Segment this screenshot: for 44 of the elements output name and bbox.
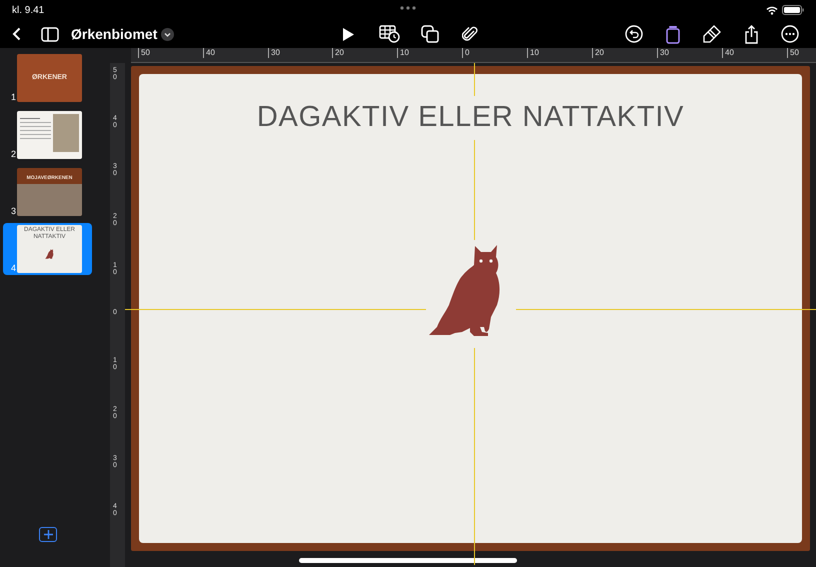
chevron-down-icon (161, 28, 174, 40)
back-chevron-icon (12, 27, 20, 41)
slide-number: 1 (11, 90, 16, 104)
more-button[interactable] (780, 24, 800, 44)
ruler-label: 10 (527, 48, 539, 58)
slide-thumbnail-row[interactable]: 2 (3, 109, 92, 161)
photo-placeholder (17, 184, 82, 216)
slide-number: 4 (11, 262, 16, 274)
ruler-label: 10 (397, 48, 409, 58)
more-icon (781, 25, 799, 43)
table-button[interactable] (378, 24, 400, 44)
slide-number: 2 (11, 148, 16, 160)
status-time: kl. 9.41 (12, 4, 44, 18)
ruler-label: 0 (462, 48, 470, 58)
play-icon (342, 26, 354, 42)
slide-title: DAGAKTIV ELLER NATTAKTIV (256, 96, 684, 140)
owl-icon (44, 249, 54, 261)
plus-icon (44, 530, 52, 539)
ruler-label: 50 (138, 48, 150, 58)
undo-button[interactable] (624, 24, 644, 44)
paperclip-icon (462, 25, 478, 43)
slide[interactable]: DAGAKTIV ELLER NATTAKTIV (131, 66, 810, 551)
table-clock-icon (378, 25, 400, 43)
ruler-label: 20 (592, 48, 604, 58)
ruler-label: 40 (203, 48, 215, 58)
document-title[interactable]: Ørkenbiomet (71, 24, 174, 44)
ruler-label: 40 (722, 48, 734, 58)
ruler-label: 30 (657, 48, 669, 58)
text-lines-drawing (20, 118, 51, 139)
format-icon (666, 24, 680, 44)
battery-icon (782, 5, 804, 15)
wifi-icon (766, 6, 778, 14)
undo-icon (625, 25, 643, 43)
shapes-icon (421, 25, 439, 43)
slide-number: 3 (11, 204, 16, 218)
more-dots-icon (400, 6, 416, 10)
add-slide-button[interactable] (39, 527, 57, 542)
photo-placeholder (53, 114, 79, 152)
share-icon (744, 24, 758, 44)
ruler-label: 20 (332, 48, 344, 58)
sidebar-icon (41, 26, 59, 42)
shapes-button[interactable] (420, 24, 440, 44)
ruler-label: 50 (787, 48, 799, 58)
ruler-label: 30 (268, 48, 280, 58)
